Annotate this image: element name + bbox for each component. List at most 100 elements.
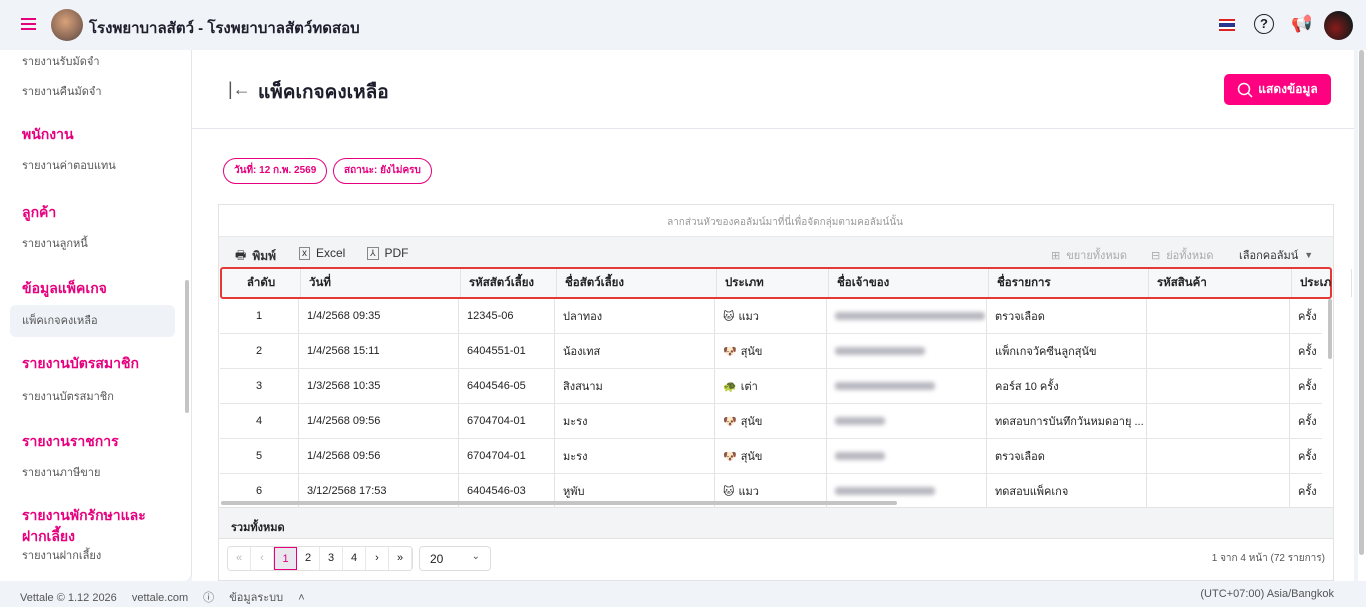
page-size-select[interactable]: 20 ⌄ — [419, 546, 491, 571]
redacted-owner-name — [835, 452, 885, 460]
sku-cell — [1147, 439, 1290, 473]
expand-all-button[interactable]: ⊞ ขยายทั้งหมด — [1051, 246, 1127, 264]
grid-toolbar: 🖶 พิมพ์ x Excel ⅄ PDF ⊞ ขยายทั้งหมด ⊟ ย่อทั้ง… — [219, 237, 1333, 267]
pet-type-icon: 🐱 — [723, 485, 735, 498]
group-panel[interactable]: ลากส่วนหัวของคอลัมน์มาที่นี่เพื่อจัดกลุ่… — [219, 205, 1333, 237]
version-text: Vettale © 1.12 2026 — [20, 592, 117, 604]
page-button[interactable]: 4 — [343, 547, 366, 570]
column-header[interactable]: รหัสสัตว์เลี้ยง — [461, 269, 557, 297]
date-filter-chip[interactable]: วันที่: 12 ก.พ. 2569 — [223, 158, 328, 184]
pet-type-cell: 🐶 สุนัข — [715, 404, 827, 438]
help-icon[interactable]: ? — [1254, 14, 1274, 34]
top-bar: โรงพยาบาลสัตว์ - โรงพยาบาลสัตว์ทดสอบ ? 📢 — [0, 0, 1366, 50]
sidebar-item[interactable]: แพ็คเกจคงเหลือ — [22, 311, 98, 329]
collapse-all-button[interactable]: ⊟ ย่อทั้งหมด — [1151, 246, 1214, 264]
back-arrow-icon[interactable]: |← — [228, 79, 251, 100]
thai-flag-icon[interactable] — [1219, 19, 1235, 31]
sidebar-item[interactable]: รายงานภาษีขาย — [22, 463, 100, 481]
prev-page-button[interactable]: ‹ — [251, 547, 274, 570]
page-size-value: 20 — [430, 552, 444, 566]
redacted-owner-name — [835, 312, 985, 320]
redacted-owner-name — [835, 382, 935, 390]
sidebar-item[interactable]: รายงานฝากเลี้ยง — [22, 546, 101, 564]
menu-icon[interactable] — [21, 18, 36, 30]
pdf-button[interactable]: ⅄ PDF — [367, 246, 409, 260]
column-header[interactable]: รหัสสินค้า — [1149, 269, 1292, 297]
pet-type-icon: 🐶 — [723, 450, 737, 463]
pet-type-label: สุนัข — [740, 346, 763, 358]
sidebar-item[interactable]: รายงานลูกหนี้ — [22, 234, 88, 252]
timezone: (UTC+07:00) Asia/Bangkok — [1200, 588, 1334, 600]
sidebar-item[interactable]: รายงานค่าตอบแทน — [22, 156, 116, 174]
pet-type-label: สุนัข — [740, 451, 763, 463]
unit-cell: ครั้ง — [1290, 299, 1322, 333]
sidebar-section-heading: รายงานพักรักษาและฝากเลี้ยง — [22, 507, 146, 544]
table-row[interactable]: 3 1/3/2568 10:35 6404546-05 สิงสนาม 🐢 เต่า คอร… — [220, 369, 1322, 404]
expand-icon: ⊞ — [1051, 249, 1061, 262]
sku-cell — [1147, 299, 1290, 333]
table-row[interactable]: 5 1/4/2568 09:56 6704704-01 มะรง 🐶 สุนัข ตรวจเ… — [220, 439, 1322, 474]
sku-cell — [1147, 369, 1290, 403]
sidebar-item[interactable]: รายงานคืนมัดจำ — [22, 82, 102, 100]
item-cell: คอร์ส 10 ครั้ง — [987, 369, 1147, 403]
page-info: 1 จาก 4 หน้า (72 รายการ) — [1211, 553, 1325, 564]
sidebar-section-heading: ข้อมูลแพ็คเกจ — [22, 280, 107, 296]
page-button[interactable]: 3 — [320, 547, 343, 570]
pdf-label: PDF — [384, 246, 409, 260]
pet-type-cell: 🐶 สุนัข — [715, 439, 827, 473]
show-data-button[interactable]: แสดงข้อมูล — [1224, 74, 1331, 105]
column-header[interactable]: ลำดับ — [222, 269, 301, 297]
table-row[interactable]: 4 1/4/2568 09:56 6704704-01 มะรง 🐶 สุนัข ทดสอบ… — [220, 404, 1322, 439]
system-info-button[interactable]: ⓘ ข้อมูลระบบ ˄ — [203, 592, 304, 604]
no-cell: 4 — [220, 404, 299, 438]
print-button[interactable]: 🖶 พิมพ์ — [235, 246, 276, 267]
column-header[interactable]: ประเภท — [717, 269, 829, 297]
pagination: «‹ 1 2 3 4 ›» — [227, 546, 413, 571]
page-scrollbar[interactable] — [1358, 50, 1366, 581]
no-cell: 5 — [220, 439, 299, 473]
unit-cell: ครั้ง — [1290, 474, 1322, 508]
horizontal-scrollbar[interactable] — [221, 501, 897, 505]
table-row[interactable]: 2 1/4/2568 15:11 6404551-01 น้องเทส 🐶 สุนัข แพ… — [220, 334, 1322, 369]
sku-cell — [1147, 404, 1290, 438]
pet-type-cell: 🐶 สุนัข — [715, 334, 827, 368]
pet-type-cell: 🐢 เต่า — [715, 369, 827, 403]
sidebar-item[interactable]: รายงานบัตรสมาชิก — [22, 387, 114, 405]
status-filter-chip[interactable]: สถานะ: ยังไม่ครบ — [333, 158, 432, 184]
sidebar-item[interactable]: รายงานรับมัดจำ — [22, 52, 100, 70]
last-page-button[interactable]: » — [389, 547, 412, 570]
item-cell: ตรวจเลือด — [987, 439, 1147, 473]
column-header[interactable]: ชื่อรายการ — [989, 269, 1149, 297]
item-cell: ทดสอบการบันทึกวันหมดอายุ ... — [987, 404, 1147, 438]
owner-cell-redacted — [827, 369, 987, 403]
collapse-all-label: ย่อทั้งหมด — [1166, 250, 1214, 262]
pet-id-cell: 6404546-05 — [459, 369, 555, 403]
excel-button[interactable]: x Excel — [299, 246, 345, 260]
excel-icon: x — [299, 246, 310, 260]
column-header[interactable]: วันที่ — [301, 269, 461, 297]
grid-vertical-scrollbar[interactable] — [1328, 299, 1332, 359]
sidebar-section-heading: รายงานราชการ — [22, 433, 119, 449]
next-page-button[interactable]: › — [366, 547, 389, 570]
column-header[interactable]: ชื่อเจ้าของ — [829, 269, 989, 297]
table-row[interactable]: 1 1/4/2568 09:35 12345-06 ปลาทอง 🐱 แมว ตรวจเลื… — [220, 299, 1322, 334]
choose-columns-button[interactable]: เลือกคอลัมน์ ▼ — [1239, 246, 1313, 264]
site-link[interactable]: vettale.com — [132, 592, 188, 604]
column-header[interactable]: ชื่อสัตว์เลี้ยง — [557, 269, 717, 297]
pet-cell: น้องเทส — [555, 334, 715, 368]
date-cell: 1/4/2568 09:56 — [299, 439, 459, 473]
item-cell: ทดสอบแพ็คเกจ — [987, 474, 1147, 508]
page-button[interactable]: 1 — [274, 547, 297, 570]
sidebar-scrollbar[interactable] — [185, 280, 189, 413]
pet-type-label: เต่า — [740, 381, 758, 393]
pet-cell: สิงสนาม — [555, 369, 715, 403]
sidebar-section-heading: รายงานบัตรสมาชิก — [22, 355, 139, 371]
column-header[interactable]: ประเภ — [1292, 269, 1352, 297]
sku-cell — [1147, 474, 1290, 508]
first-page-button[interactable]: « — [228, 547, 251, 570]
user-avatar[interactable] — [1324, 11, 1353, 40]
item-cell: แพ็กเกจวัคซีนลูกสุนัข — [987, 334, 1147, 368]
system-info-label: ข้อมูลระบบ — [229, 592, 284, 604]
page-button[interactable]: 2 — [297, 547, 320, 570]
pet-cell: มะรง — [555, 404, 715, 438]
